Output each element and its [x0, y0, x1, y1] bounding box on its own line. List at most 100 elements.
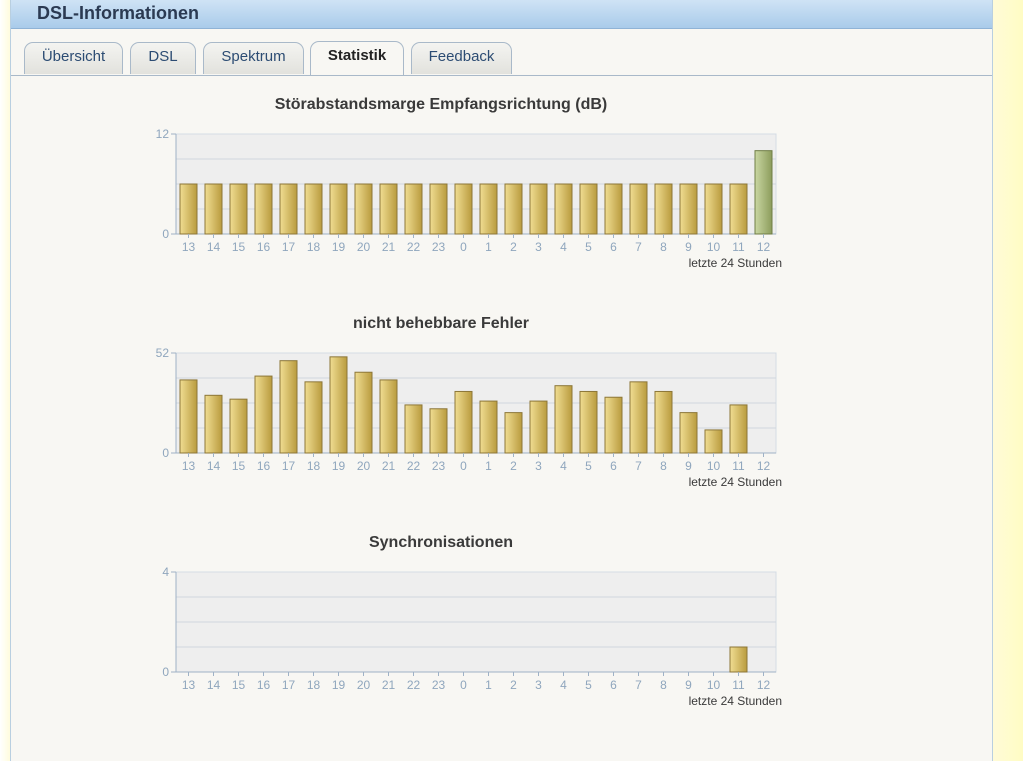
y-tick-label: 12 [156, 127, 170, 141]
x-tick-label: 14 [207, 240, 221, 254]
x-tick-label: 18 [307, 678, 321, 692]
bar [454, 183, 473, 235]
bar [229, 398, 248, 454]
x-tick-label: 0 [460, 240, 467, 254]
x-tick-label: 6 [610, 240, 617, 254]
x-tick-label: 15 [232, 240, 246, 254]
x-tick-label: 2 [510, 459, 517, 473]
tab-statistik[interactable]: Statistik [310, 41, 404, 75]
bar [579, 390, 598, 454]
x-tick-label: 3 [535, 459, 542, 473]
bar [279, 360, 298, 454]
x-tick-label: 16 [257, 240, 271, 254]
x-tick-label: 20 [357, 240, 371, 254]
bar [429, 408, 448, 454]
x-tick-label: 11 [732, 678, 745, 692]
x-tick-label: 13 [182, 240, 196, 254]
x-tick-label: 4 [560, 240, 567, 254]
x-tick-label: 10 [707, 459, 721, 473]
dsl-info-panel: DSL-Informationen Übersicht DSL Spektrum… [10, 0, 993, 761]
x-tick-label: 0 [460, 459, 467, 473]
x-tick-label: 18 [307, 459, 321, 473]
x-tick-label: 6 [610, 459, 617, 473]
bar [204, 394, 223, 454]
bar [679, 412, 698, 454]
x-tick-label: 16 [257, 459, 271, 473]
y-tick-label: 0 [162, 665, 169, 679]
bar [254, 375, 273, 454]
bar [579, 183, 598, 235]
x-tick-label: 4 [560, 678, 567, 692]
bar [229, 183, 248, 235]
bar [629, 183, 648, 235]
x-tick-label: 7 [635, 240, 642, 254]
panel-header: DSL-Informationen [11, 0, 992, 29]
bar [504, 412, 523, 454]
x-tick-label: 5 [585, 678, 592, 692]
bar [554, 183, 573, 235]
bar [254, 183, 273, 235]
tab-bar: Übersicht DSL Spektrum Statistik Feedbac… [11, 41, 992, 76]
x-tick-label: 13 [182, 678, 196, 692]
x-tick-label: 12 [757, 240, 771, 254]
bar [629, 381, 648, 454]
tab-feedback[interactable]: Feedback [411, 42, 512, 74]
tab-spektrum[interactable]: Spektrum [203, 42, 304, 74]
bar [479, 400, 498, 454]
bar [379, 379, 398, 454]
bar [479, 183, 498, 235]
x-tick-label: 23 [432, 459, 446, 473]
x-tick-label: 11 [732, 459, 745, 473]
x-tick-label: 2 [510, 678, 517, 692]
x-tick-label: 21 [382, 678, 396, 692]
chart-errors-svg: 05213 14 15 16 17 18 19 20 21 22 23 0 1 2 3 4 5 6 7 8 9 10 11 1… [156, 346, 782, 489]
x-tick-label: 7 [635, 459, 642, 473]
x-tick-label: 22 [407, 678, 421, 692]
x-tick-label: 5 [585, 459, 592, 473]
bar [204, 183, 223, 235]
y-tick-label: 0 [162, 227, 169, 241]
x-tick-label: 9 [685, 678, 692, 692]
bar [729, 183, 748, 235]
x-tick-label: 2 [510, 240, 517, 254]
bar [279, 183, 298, 235]
bar [329, 356, 348, 454]
tab-dsl[interactable]: DSL [130, 42, 196, 74]
y-tick-label: 4 [162, 565, 169, 579]
bar [504, 183, 523, 235]
bar [604, 183, 623, 235]
x-tick-label: 14 [207, 459, 221, 473]
x-tick-label: 15 [232, 678, 246, 692]
x-tick-label: 22 [407, 459, 421, 473]
x-tick-label: 7 [635, 678, 642, 692]
chart-sync-svg: 0413 14 15 16 17 18 19 20 21 22 23 0 1 2 3 4 5 6 7 8 9 10 11 12… [162, 565, 782, 708]
x-tick-label: 22 [407, 240, 421, 254]
tab-uebersicht[interactable]: Übersicht [24, 42, 123, 74]
x-tick-label: 21 [382, 459, 396, 473]
bar [679, 183, 698, 235]
x-tick-label: 1 [485, 459, 492, 473]
x-tick-label: 19 [332, 678, 346, 692]
bar [429, 183, 448, 235]
x-tick-label: 12 [757, 678, 771, 692]
bar [179, 379, 198, 454]
bar [404, 404, 423, 454]
x-tick-label: 17 [282, 678, 296, 692]
x-tick-label: 18 [307, 240, 321, 254]
chart-title-snr: Störabstandsmarge Empfangsrichtung (dB) [274, 96, 608, 113]
x-tick-label: 8 [660, 459, 667, 473]
chart-title-sync: Synchronisationen [368, 534, 514, 551]
x-tick-label: 15 [232, 459, 246, 473]
page-title: DSL-Informationen [37, 3, 199, 23]
bar [304, 183, 323, 235]
bar [404, 183, 423, 235]
x-tick-label: 0 [460, 678, 467, 692]
bar [729, 404, 748, 454]
x-tick-label: 14 [207, 678, 221, 692]
x-tick-label: 3 [535, 240, 542, 254]
x-tick-label: 19 [332, 459, 346, 473]
x-tick-label: 6 [610, 678, 617, 692]
chart-snr-svg: 01213 14 15 16 17 18 19 20 21 22 23 0 1 2 3 4 5 6 7 8 9 10 11 1… [156, 127, 782, 270]
bar [179, 183, 198, 235]
x-axis-label: letzte 24 Stunden [689, 256, 782, 270]
